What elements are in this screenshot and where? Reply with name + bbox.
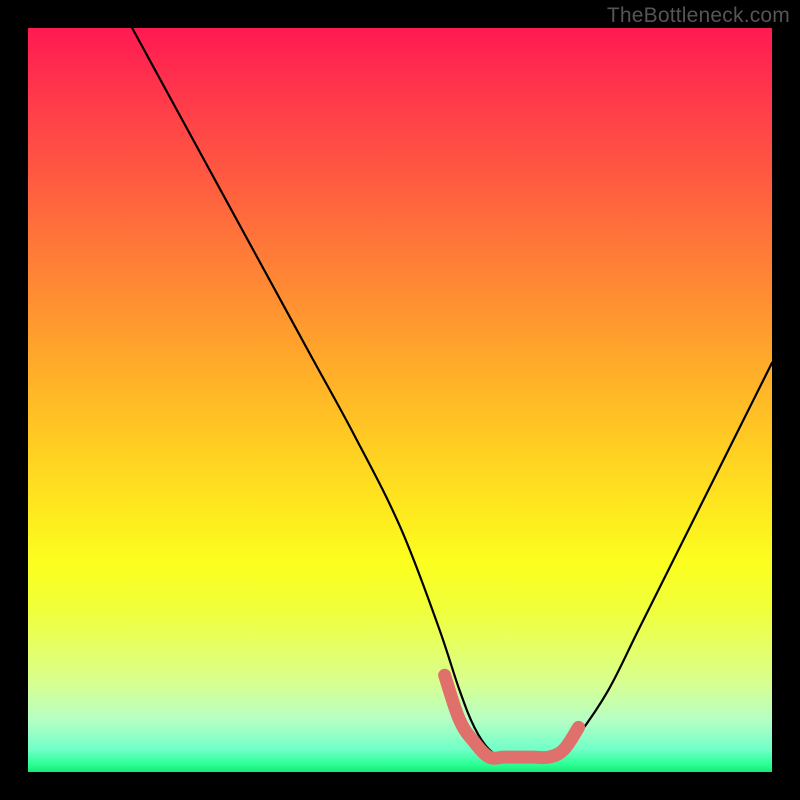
watermark-text: TheBottleneck.com [607, 4, 790, 28]
optimal-range-marker-path [445, 675, 579, 758]
chart-svg [28, 28, 772, 772]
bottleneck-curve-path [132, 28, 772, 758]
chart-frame: TheBottleneck.com [0, 0, 800, 800]
plot-area [28, 28, 772, 772]
